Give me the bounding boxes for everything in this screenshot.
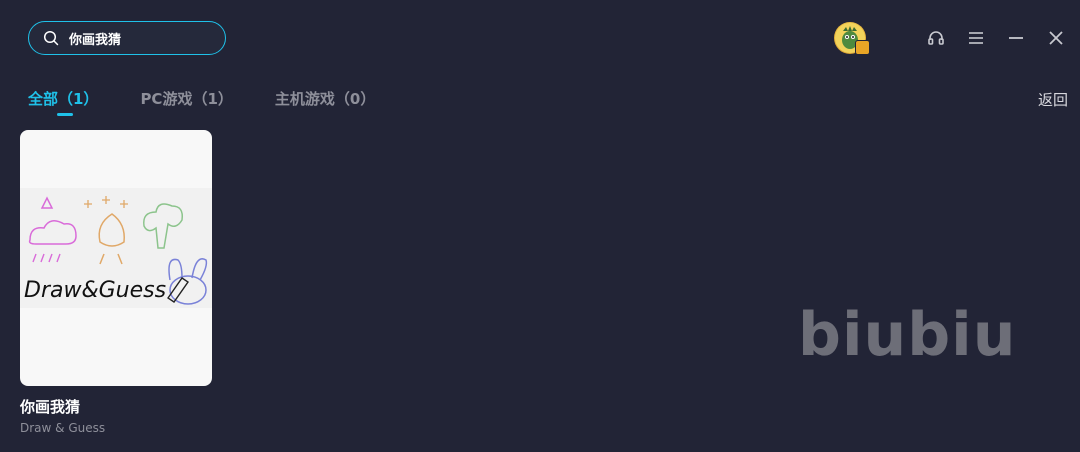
game-subtitle: Draw & Guess — [20, 421, 106, 435]
window-controls — [834, 22, 1066, 55]
search-input[interactable] — [69, 30, 209, 46]
close-icon[interactable] — [1046, 28, 1066, 48]
search-icon[interactable] — [43, 30, 59, 46]
cover-title-text: Draw&Guess — [24, 278, 166, 303]
back-button[interactable]: 返回 — [1038, 89, 1068, 110]
headset-icon[interactable] — [926, 28, 946, 48]
avatar[interactable] — [834, 22, 870, 55]
search-box[interactable] — [28, 21, 226, 55]
minimize-icon[interactable] — [1006, 28, 1026, 48]
tab-all[interactable]: 全部（1） — [28, 88, 98, 116]
game-cover-image[interactable]: Draw&Guess — [20, 130, 212, 386]
category-tabs: 全部（1） PC游戏（1） 主机游戏（0） — [28, 88, 417, 116]
menu-icon[interactable] — [966, 28, 986, 48]
tab-console-games[interactable]: 主机游戏（0） — [275, 88, 375, 109]
vip-badge-icon — [855, 40, 870, 55]
game-card[interactable]: Draw&Guess 你画我猜 Draw & Guess — [20, 130, 212, 435]
tab-pc-games[interactable]: PC游戏（1） — [140, 88, 232, 109]
game-title[interactable]: 你画我猜 — [20, 396, 212, 417]
brand-watermark: biubiu — [798, 300, 1017, 370]
